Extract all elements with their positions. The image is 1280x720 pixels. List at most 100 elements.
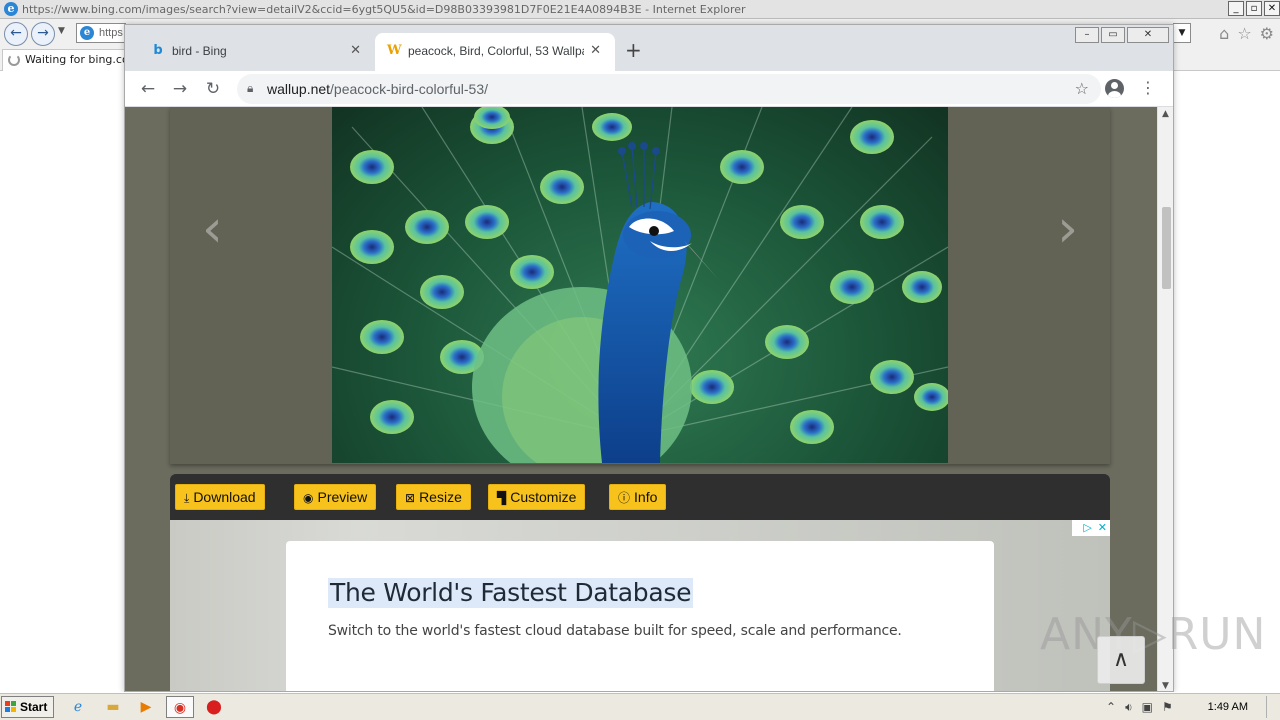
tab-label: peacock, Bird, Colorful, 53 Wallpaper — [408, 44, 584, 58]
action-center-flag-icon[interactable]: ⚑ — [1162, 700, 1182, 714]
windows-flag-icon — [5, 701, 17, 713]
ie-back-button[interactable]: ← — [4, 22, 28, 46]
ie-forward-button[interactable]: → — [31, 22, 55, 46]
ie-address-dropdown-icon[interactable]: ▼ — [1173, 23, 1191, 43]
tab-bird-bing[interactable]: b bird - Bing ✕ — [139, 33, 375, 71]
ie-tab-loading[interactable]: Waiting for bing.com — [2, 49, 130, 71]
chrome-close-button[interactable]: ✕ — [1127, 27, 1169, 43]
reload-icon[interactable]: ↻ — [200, 76, 226, 102]
ie-tab-label: Waiting for bing.com — [25, 53, 130, 66]
next-image-arrow-icon[interactable]: › — [1057, 199, 1078, 259]
advertisement-area: ▷ ✕ The World's Fastest Database Switch t… — [170, 520, 1110, 691]
ie-address-bar[interactable]: e https — [76, 23, 126, 43]
folder-taskbar-icon[interactable]: ▬ — [99, 696, 127, 718]
chrome-window-controls: – ▭ ✕ — [1075, 27, 1169, 43]
info-label: Info — [634, 489, 658, 505]
wallup-favicon-icon: W — [387, 43, 402, 58]
page-scrollbar[interactable]: ▲ ▼ — [1157, 107, 1173, 691]
scroll-down-arrow-icon[interactable]: ▼ — [1162, 681, 1169, 691]
paint-roller-icon: ▜ — [497, 491, 507, 505]
tray-expand-icon[interactable]: ⌃ — [1106, 700, 1125, 714]
ie-window-controls: _ ▫ ✕ — [1228, 1, 1280, 16]
scroll-to-top-button[interactable]: ∧ — [1097, 636, 1145, 684]
tab-close-icon[interactable]: ✕ — [590, 33, 601, 69]
chrome-taskbar-icon[interactable]: ◉ — [166, 696, 194, 718]
resize-label: Resize — [419, 489, 462, 505]
tab-label: bird - Bing — [172, 44, 227, 58]
page-content: ‹ › ⤓ Download ◉ Preview ⊠ Resize ▜ Cust… — [125, 107, 1157, 691]
chrome-maximize-button[interactable]: ▭ — [1101, 27, 1125, 43]
kebab-menu-icon[interactable]: ⋮ — [1140, 78, 1156, 97]
new-tab-button[interactable]: + — [625, 39, 642, 61]
bookmark-star-icon[interactable]: ☆ — [1075, 79, 1089, 98]
start-button[interactable]: Start — [1, 696, 54, 718]
image-action-bar: ⤓ Download ◉ Preview ⊠ Resize ▜ Customize ⓘ I… — [170, 474, 1110, 520]
chrome-toolbar: ← → ↻ 🔒︎ wallup.net/peacock-bird-colorfu… — [125, 71, 1173, 107]
preview-label: Preview — [317, 489, 368, 505]
ie-restore-button[interactable]: ▫ — [1246, 1, 1262, 16]
chrome-tab-strip: b bird - Bing ✕ W peacock, Bird, Colorfu… — [125, 25, 1173, 71]
ie-history-dropdown-icon[interactable]: ▼ — [58, 26, 65, 36]
ie-window-title: https://www.bing.com/images/search?view=… — [22, 3, 746, 16]
tab-close-icon[interactable]: ✕ — [350, 33, 361, 69]
address-bar[interactable]: 🔒︎ wallup.net/peacock-bird-colorful-53/ … — [237, 74, 1101, 104]
image-gallery: ‹ › — [170, 107, 1110, 464]
home-icon[interactable]: ⌂ — [1219, 24, 1229, 43]
ie-logo-icon: e — [4, 2, 18, 16]
internet-explorer-taskbar-icon[interactable]: ℯ — [64, 696, 92, 718]
ie-close-button[interactable]: ✕ — [1264, 1, 1280, 16]
ie-titlebar: e https://www.bing.com/images/search?vie… — [0, 0, 1280, 19]
download-button[interactable]: ⤓ Download — [175, 484, 265, 510]
ad-close-icon[interactable]: ✕ — [1098, 521, 1107, 534]
ie-right-icons: ⌂ ☆ ⚙ — [1219, 24, 1274, 43]
eye-icon: ◉ — [303, 491, 314, 505]
adchoices-icon[interactable]: ▷ — [1083, 521, 1091, 534]
preview-button[interactable]: ◉ Preview — [294, 484, 377, 510]
previous-image-arrow-icon[interactable]: ‹ — [202, 199, 223, 259]
chrome-minimize-button[interactable]: – — [1075, 27, 1099, 43]
profile-avatar-icon[interactable] — [1105, 79, 1124, 98]
system-tray: ⌃🔉︎▣⚑ 1:49 AM — [1100, 696, 1280, 718]
security-alert-taskbar-icon[interactable]: ⬤ — [200, 696, 228, 718]
windows-taskbar: Start ℯ ▬ ▶ ◉ ⬤ ⌃🔉︎▣⚑ 1:49 AM — [0, 692, 1280, 720]
ie-page-icon: e — [80, 26, 94, 40]
info-icon: ⓘ — [618, 491, 631, 505]
loading-spinner-icon — [8, 54, 20, 66]
url-path: /peacock-bird-colorful-53/ — [330, 81, 489, 97]
scrollbar-thumb[interactable] — [1162, 207, 1171, 289]
volume-icon[interactable]: 🔉︎ — [1125, 700, 1142, 714]
start-label: Start — [20, 700, 48, 714]
media-player-taskbar-icon[interactable]: ▶ — [132, 696, 160, 718]
bing-favicon-icon: b — [153, 43, 163, 58]
network-icon[interactable]: ▣ — [1142, 700, 1162, 714]
peacock-photo[interactable] — [332, 107, 948, 463]
peacock-illustration — [332, 107, 948, 463]
info-button[interactable]: ⓘ Info — [609, 484, 667, 510]
tray-clock[interactable]: 1:49 AM — [1208, 696, 1248, 718]
adchoices-badge[interactable]: ▷ ✕ — [1072, 520, 1110, 536]
back-arrow-icon[interactable]: ← — [135, 76, 161, 102]
tray-icons[interactable]: ⌃🔉︎▣⚑ — [1106, 696, 1182, 718]
chrome-window: b bird - Bing ✕ W peacock, Bird, Colorfu… — [124, 24, 1174, 692]
download-icon: ⤓ — [184, 491, 190, 505]
favorites-star-icon[interactable]: ☆ — [1237, 24, 1251, 43]
anyrun-watermark: ANY▷RUN — [1040, 609, 1267, 660]
url-text[interactable]: wallup.net/peacock-bird-colorful-53/ — [267, 81, 488, 97]
ad-card[interactable]: The World's Fastest Database Switch to t… — [286, 541, 994, 691]
ad-subtext[interactable]: Switch to the world's fastest cloud data… — [328, 623, 902, 639]
scroll-up-arrow-icon[interactable]: ▲ — [1162, 109, 1169, 119]
download-label: Download — [193, 489, 256, 505]
resize-icon: ⊠ — [405, 491, 416, 505]
ad-headline[interactable]: The World's Fastest Database — [328, 578, 694, 608]
ie-minimize-button[interactable]: _ — [1228, 1, 1244, 16]
ie-address-text: https — [99, 27, 123, 39]
customize-button[interactable]: ▜ Customize — [488, 484, 586, 510]
forward-arrow-icon[interactable]: → — [167, 76, 193, 102]
resize-button[interactable]: ⊠ Resize — [396, 484, 471, 510]
gear-icon[interactable]: ⚙ — [1260, 24, 1274, 43]
tab-peacock-wallpaper[interactable]: W peacock, Bird, Colorful, 53 Wallpaper … — [375, 33, 615, 71]
show-desktop-button[interactable] — [1266, 696, 1280, 718]
lock-icon[interactable]: 🔒︎ — [247, 81, 253, 96]
customize-label: Customize — [510, 489, 577, 505]
url-domain: wallup.net — [267, 81, 331, 97]
